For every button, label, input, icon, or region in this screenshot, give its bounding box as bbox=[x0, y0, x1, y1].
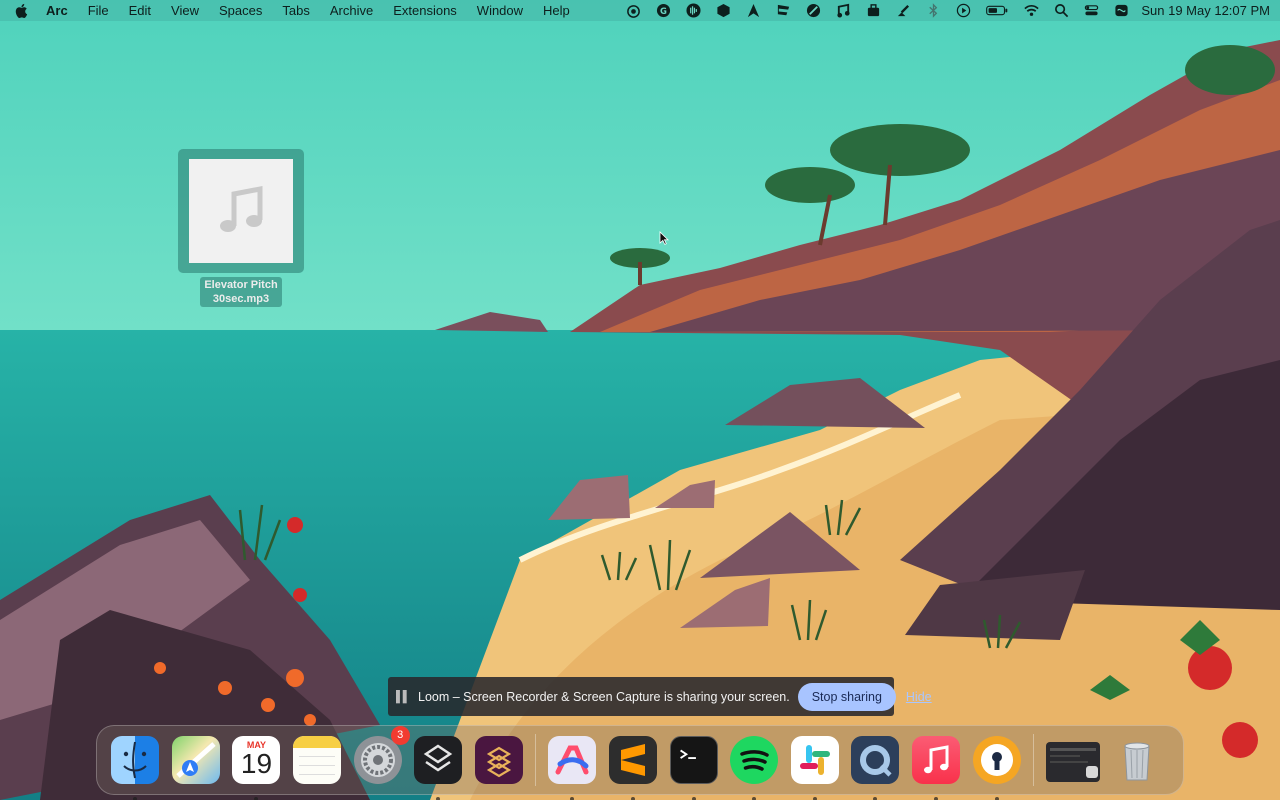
dock-quicktime[interactable] bbox=[849, 734, 901, 800]
file-name-label: Elevator Pitch 30sec.mp3 bbox=[200, 277, 282, 307]
cube-grid-icon bbox=[474, 736, 523, 784]
hide-link[interactable]: Hide bbox=[906, 690, 932, 704]
dock-separator bbox=[535, 734, 537, 786]
apple-icon[interactable] bbox=[14, 3, 28, 19]
dock-slack[interactable] bbox=[789, 734, 841, 800]
dock-notes[interactable] bbox=[291, 734, 343, 786]
dock-keeper[interactable] bbox=[971, 734, 1023, 800]
menu-edit[interactable]: Edit bbox=[129, 3, 151, 18]
search-icon[interactable] bbox=[1053, 3, 1069, 19]
quicktime-icon bbox=[851, 736, 900, 784]
menu-archive[interactable]: Archive bbox=[330, 3, 373, 18]
menu-file[interactable]: File bbox=[88, 3, 109, 18]
maps-icon bbox=[171, 736, 220, 784]
music-note-icon[interactable] bbox=[835, 3, 851, 19]
finder-icon bbox=[111, 736, 160, 784]
menubar-clock[interactable]: Sun 19 May 12:07 PM bbox=[1141, 3, 1270, 18]
dock-spotify[interactable] bbox=[728, 734, 780, 800]
menu-bar: Arc File Edit View Spaces Tabs Archive E… bbox=[0, 0, 1280, 21]
slack-icon bbox=[790, 736, 839, 784]
desktop-file-elevator-pitch[interactable]: Elevator Pitch 30sec.mp3 bbox=[178, 149, 304, 307]
dock-shortcuts-stack[interactable] bbox=[412, 734, 464, 800]
dock-finder[interactable] bbox=[109, 734, 161, 800]
arc-browser-icon bbox=[548, 736, 597, 784]
menu-tabs[interactable]: Tabs bbox=[282, 3, 309, 18]
notification-badge: 3 bbox=[390, 726, 410, 745]
audio-waveform-icon[interactable] bbox=[685, 3, 701, 19]
mouse-cursor-icon bbox=[659, 231, 669, 245]
trash-icon bbox=[1113, 736, 1161, 784]
toolbox-icon[interactable] bbox=[865, 3, 881, 19]
pause-icon[interactable]: ▌▌ bbox=[396, 691, 411, 703]
play-icon[interactable] bbox=[955, 3, 971, 19]
music-file-icon bbox=[189, 159, 293, 263]
paintbrush-icon[interactable] bbox=[895, 3, 911, 19]
screen-sharing-bar: ▌▌ Loom – Screen Recorder & Screen Captu… bbox=[388, 677, 932, 716]
dock: MAY 19 3 bbox=[96, 725, 1184, 800]
flag-icon[interactable] bbox=[775, 3, 791, 19]
stop-sharing-button[interactable]: Stop sharing bbox=[797, 682, 896, 711]
dock-arc[interactable] bbox=[546, 734, 598, 800]
file-name-line-1: Elevator Pitch bbox=[204, 279, 278, 291]
notion-icon[interactable] bbox=[715, 3, 731, 19]
wifi-icon[interactable] bbox=[1023, 3, 1039, 19]
layers-icon bbox=[414, 736, 463, 784]
menu-window[interactable]: Window bbox=[477, 3, 523, 18]
dock-slack-alt[interactable] bbox=[473, 734, 525, 786]
svg-text:G: G bbox=[660, 6, 667, 16]
bluetooth-icon[interactable] bbox=[925, 3, 941, 19]
dock-terminal[interactable] bbox=[668, 734, 720, 800]
calendar-icon: MAY 19 bbox=[232, 736, 281, 784]
menu-app-name[interactable]: Arc bbox=[46, 3, 68, 18]
dock-music[interactable] bbox=[910, 734, 962, 800]
dock-system-settings[interactable]: 3 bbox=[352, 726, 410, 786]
terminal-icon bbox=[669, 736, 718, 784]
keyhole-icon bbox=[972, 736, 1021, 784]
menu-spaces[interactable]: Spaces bbox=[219, 3, 262, 18]
grammarly-icon[interactable]: G bbox=[655, 3, 671, 19]
dock-calendar[interactable]: MAY 19 bbox=[230, 734, 282, 800]
menu-extensions[interactable]: Extensions bbox=[393, 3, 457, 18]
sphere-icon[interactable] bbox=[805, 3, 821, 19]
dock-trash[interactable] bbox=[1111, 734, 1163, 786]
dock-recent-window[interactable] bbox=[1044, 734, 1102, 786]
siri-icon[interactable] bbox=[1113, 3, 1129, 19]
window-thumbnail-icon bbox=[1046, 742, 1101, 782]
file-name-line-2: 30sec.mp3 bbox=[212, 293, 270, 305]
airdrop-icon[interactable] bbox=[625, 3, 641, 19]
file-selection-highlight bbox=[178, 149, 304, 273]
spotify-icon bbox=[730, 736, 779, 784]
navigation-icon[interactable] bbox=[745, 3, 761, 19]
battery-icon[interactable] bbox=[985, 3, 1009, 19]
sharing-message: Loom – Screen Recorder & Screen Capture … bbox=[418, 689, 790, 704]
sublime-text-icon bbox=[609, 736, 658, 784]
menu-view[interactable]: View bbox=[171, 3, 199, 18]
notes-icon bbox=[293, 736, 342, 784]
menu-help[interactable]: Help bbox=[543, 3, 570, 18]
dock-maps[interactable] bbox=[170, 734, 222, 786]
music-icon bbox=[912, 736, 961, 784]
dock-sublime-text[interactable] bbox=[607, 734, 659, 800]
calendar-day: 19 bbox=[240, 748, 273, 779]
dock-separator bbox=[1032, 734, 1034, 786]
control-center-icon[interactable] bbox=[1083, 3, 1099, 19]
